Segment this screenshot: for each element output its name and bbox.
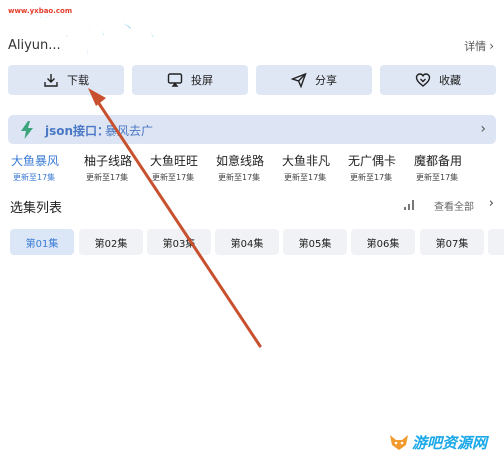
source-name: 大鱼非凡 [282,154,331,168]
cast-screen-icon [167,73,183,87]
episode-list: 第01集 第02集 第03集 第04集 第05集 第06集 第07集 [10,229,504,255]
source-name: 如意线路 [216,154,265,168]
episode-button[interactable]: 第06集 [351,229,415,255]
source-list: 大鱼暴风 更新至17集 柚子线路 更新至17集 大鱼旺旺 更新至17集 如意线路… [11,152,491,182]
source-status: 更新至17集 [13,173,56,182]
source-name: 大鱼暴风 [11,154,60,168]
download-button[interactable]: 下载 [8,65,124,95]
source-status: 更新至17集 [86,173,129,182]
source-status: 更新至17集 [152,173,195,182]
source-tab[interactable]: 大鱼暴风 更新至17集 [11,152,71,182]
chevron-right-icon[interactable]: › [489,196,494,211]
share-icon [291,72,307,88]
share-label: 分享 [315,74,337,87]
watermark-bottom-text: 游吧资源网 [412,434,488,452]
download-icon [44,74,58,87]
source-name: 无广偶卡 [348,154,397,168]
json-interface-value: 暴风去广 [105,124,154,138]
episode-button[interactable]: 第03集 [147,229,211,255]
download-label: 下载 [67,74,89,87]
source-tab[interactable]: 魔都备用 更新至17集 [414,152,474,182]
episode-button[interactable]: 第01集 [10,229,74,255]
json-interface-selector[interactable]: json接口： 暴风去广 › [8,115,496,144]
episode-button[interactable]: 第02集 [79,229,143,255]
chevron-right-icon: › [480,121,486,137]
source-tab[interactable]: 无广偶卡 更新至17集 [348,152,408,182]
source-status: 更新至17集 [416,173,459,182]
series-name: Aliyun... [8,38,61,53]
episode-button[interactable]: 第04集 [215,229,279,255]
source-tab[interactable]: 大鱼非凡 更新至17集 [282,152,342,182]
source-tab[interactable]: 大鱼旺旺 更新至17集 [150,152,210,182]
source-tab[interactable]: 柚子线路 更新至17集 [84,152,144,182]
source-status: 更新至17集 [284,173,327,182]
heart-icon [415,73,431,87]
favorite-button[interactable]: 收藏 [380,65,496,95]
episode-button[interactable] [488,229,504,255]
signal-bars-icon [404,200,414,210]
episode-button[interactable]: 第07集 [420,229,484,255]
json-interface-label: json接口： [45,124,110,138]
cast-screen-label: 投屏 [191,74,213,87]
source-name: 大鱼旺旺 [150,154,199,168]
chevron-right-icon: › [489,39,494,53]
action-bar: 下载 投屏 分享 收藏 [8,65,496,95]
watermark-logo-bottom: 游吧资源网 [388,430,498,452]
episode-list-title: 选集列表 [10,201,63,216]
source-status: 更新至17集 [218,173,261,182]
episode-list-header: 选集列表 查看全部 › [10,196,494,216]
details-link[interactable]: 详情 › [464,38,494,54]
episode-button[interactable]: 第05集 [283,229,347,255]
share-button[interactable]: 分享 [256,65,372,95]
source-tab[interactable]: 如意线路 更新至17集 [216,152,276,182]
favorite-label: 收藏 [439,74,461,87]
source-status: 更新至17集 [350,173,393,182]
header-row: Aliyun... 详情 › [8,38,496,56]
source-name: 魔都备用 [414,154,463,168]
cast-screen-button[interactable]: 投屏 [132,65,248,95]
fox-logo-icon [390,435,408,450]
lightning-icon [21,121,33,139]
details-label: 详情 [464,40,487,53]
source-name: 柚子线路 [84,154,133,168]
view-all-link[interactable]: 查看全部 [434,198,474,213]
